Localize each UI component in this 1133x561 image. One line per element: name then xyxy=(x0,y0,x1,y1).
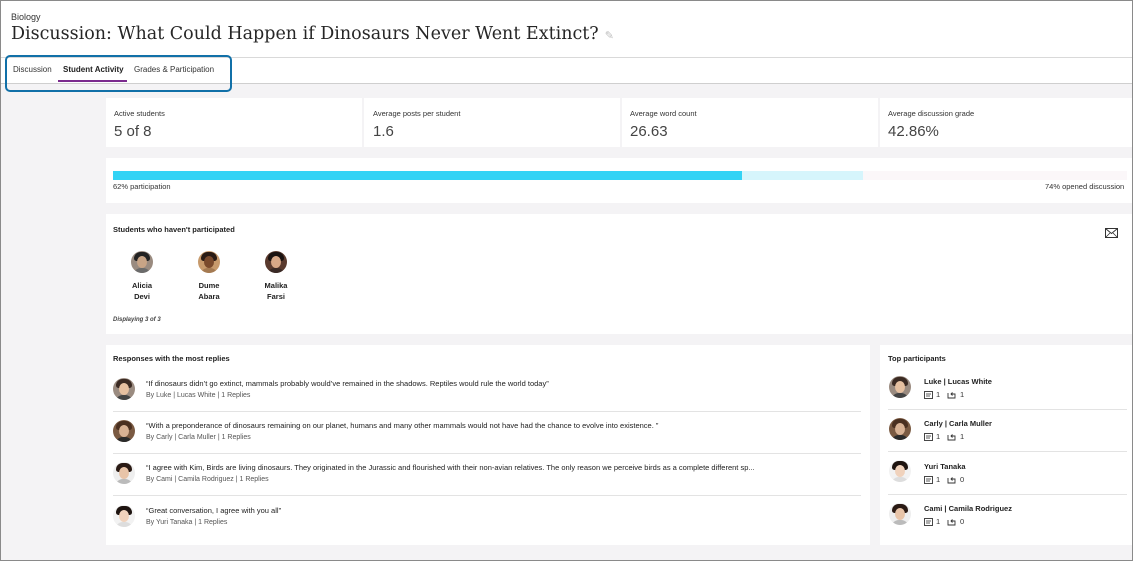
avatar xyxy=(113,505,135,527)
response-text[interactable]: “With a preponderance of dinosaurs remai… xyxy=(146,421,658,430)
student-last-name: Abara xyxy=(198,292,220,301)
avatar xyxy=(889,418,911,440)
avatar xyxy=(113,462,135,484)
stat-value: 1.6 xyxy=(373,123,394,140)
posts-count: 1 xyxy=(936,390,941,399)
student-last-name: Farsi xyxy=(267,292,285,301)
response-meta: By Yuri Tanaka | 1 Replies xyxy=(146,519,228,526)
app-frame: Biology Discussion: What Could Happen if… xyxy=(0,0,1133,561)
replies-icon xyxy=(947,477,956,484)
posts-count: 1 xyxy=(936,475,941,484)
stat-card-avg-posts xyxy=(364,98,620,147)
avatar[interactable] xyxy=(198,251,220,273)
displaying-count: Displaying 3 of 3 xyxy=(113,317,161,323)
tab-discussion[interactable]: Discussion xyxy=(13,65,52,74)
tab-student-activity[interactable]: Student Activity xyxy=(63,65,124,74)
student-first-name: Dume xyxy=(198,281,220,290)
response-divider xyxy=(113,453,861,454)
stat-value: 26.63 xyxy=(630,123,668,140)
response-text[interactable]: “If dinosaurs didn’t go extinct, mammals… xyxy=(146,379,549,388)
participant-divider xyxy=(888,451,1127,452)
not-participated-card xyxy=(106,214,1132,334)
replies-icon xyxy=(947,392,956,399)
responses-title: Responses with the most replies xyxy=(113,354,230,363)
response-divider xyxy=(113,411,861,412)
top-participants-title: Top participants xyxy=(888,354,946,363)
envelope-icon[interactable] xyxy=(1105,228,1118,238)
posts-count: 1 xyxy=(936,517,941,526)
posts-icon xyxy=(924,518,933,526)
participant-divider xyxy=(888,409,1127,410)
responses-card xyxy=(106,345,870,545)
posts-icon xyxy=(924,433,933,441)
avatar xyxy=(113,420,135,442)
avatar xyxy=(889,376,911,398)
page-title: Discussion: What Could Happen if Dinosau… xyxy=(11,24,614,44)
participation-label: 62% participation xyxy=(113,182,171,191)
response-meta: By Luke | Lucas White | 1 Replies xyxy=(146,392,251,399)
not-participated-title: Students who haven't participated xyxy=(113,225,235,234)
course-name: Biology xyxy=(11,12,41,22)
posts-icon xyxy=(924,391,933,399)
stat-label: Average posts per student xyxy=(373,109,461,118)
replies-count: 1 xyxy=(960,390,965,399)
replies-count: 1 xyxy=(960,432,965,441)
participant-name[interactable]: Luke | Lucas White xyxy=(924,377,992,386)
avatar xyxy=(889,503,911,525)
student-first-name: Malika xyxy=(264,281,288,290)
posts-count: 1 xyxy=(936,432,941,441)
student-last-name: Devi xyxy=(134,292,150,301)
participant-name[interactable]: Carly | Carla Muller xyxy=(924,419,992,428)
participant-name[interactable]: Cami | Camila Rodriguez xyxy=(924,504,1012,513)
response-text[interactable]: “I agree with Kim, Birds are living dino… xyxy=(146,463,755,472)
active-tab-indicator xyxy=(58,80,127,82)
top-participants-card xyxy=(880,345,1132,545)
replies-icon xyxy=(947,519,956,526)
opened-label: 74% opened discussion xyxy=(1045,182,1125,191)
stat-value: 5 of 8 xyxy=(114,123,152,140)
stat-label: Active students xyxy=(114,109,165,118)
replies-count: 0 xyxy=(960,517,965,526)
stat-label: Average word count xyxy=(630,109,697,118)
replies-count: 0 xyxy=(960,475,965,484)
avatar xyxy=(889,460,911,482)
response-divider xyxy=(113,495,861,496)
tab-grades-participation[interactable]: Grades & Participation xyxy=(134,65,214,74)
student-first-name: Alicia xyxy=(131,281,152,290)
posts-icon xyxy=(924,476,933,484)
participation-card xyxy=(106,158,1132,203)
student-name: Alicia Devi xyxy=(112,280,172,302)
stat-value: 42.86% xyxy=(888,123,939,140)
response-meta: By Cami | Camila Rodriguez | 1 Replies xyxy=(146,476,269,483)
participation-bar xyxy=(113,171,742,180)
edit-pencil-icon[interactable]: ✎ xyxy=(605,29,614,42)
student-name: Dume Abara xyxy=(179,280,239,302)
replies-icon xyxy=(947,434,956,441)
response-meta: By Carly | Carla Muller | 1 Replies xyxy=(146,434,251,441)
page-header: Biology Discussion: What Could Happen if… xyxy=(1,1,1132,92)
participant-name[interactable]: Yuri Tanaka xyxy=(924,462,966,471)
stat-label: Average discussion grade xyxy=(888,109,975,118)
student-name: Malika Farsi xyxy=(246,280,306,302)
title-text: Discussion: What Could Happen if Dinosau… xyxy=(11,24,599,44)
avatar xyxy=(113,378,135,400)
response-text[interactable]: “Great conversation, I agree with you al… xyxy=(146,506,281,515)
avatar[interactable] xyxy=(265,251,287,273)
avatar[interactable] xyxy=(131,251,153,273)
participant-divider xyxy=(888,494,1127,495)
